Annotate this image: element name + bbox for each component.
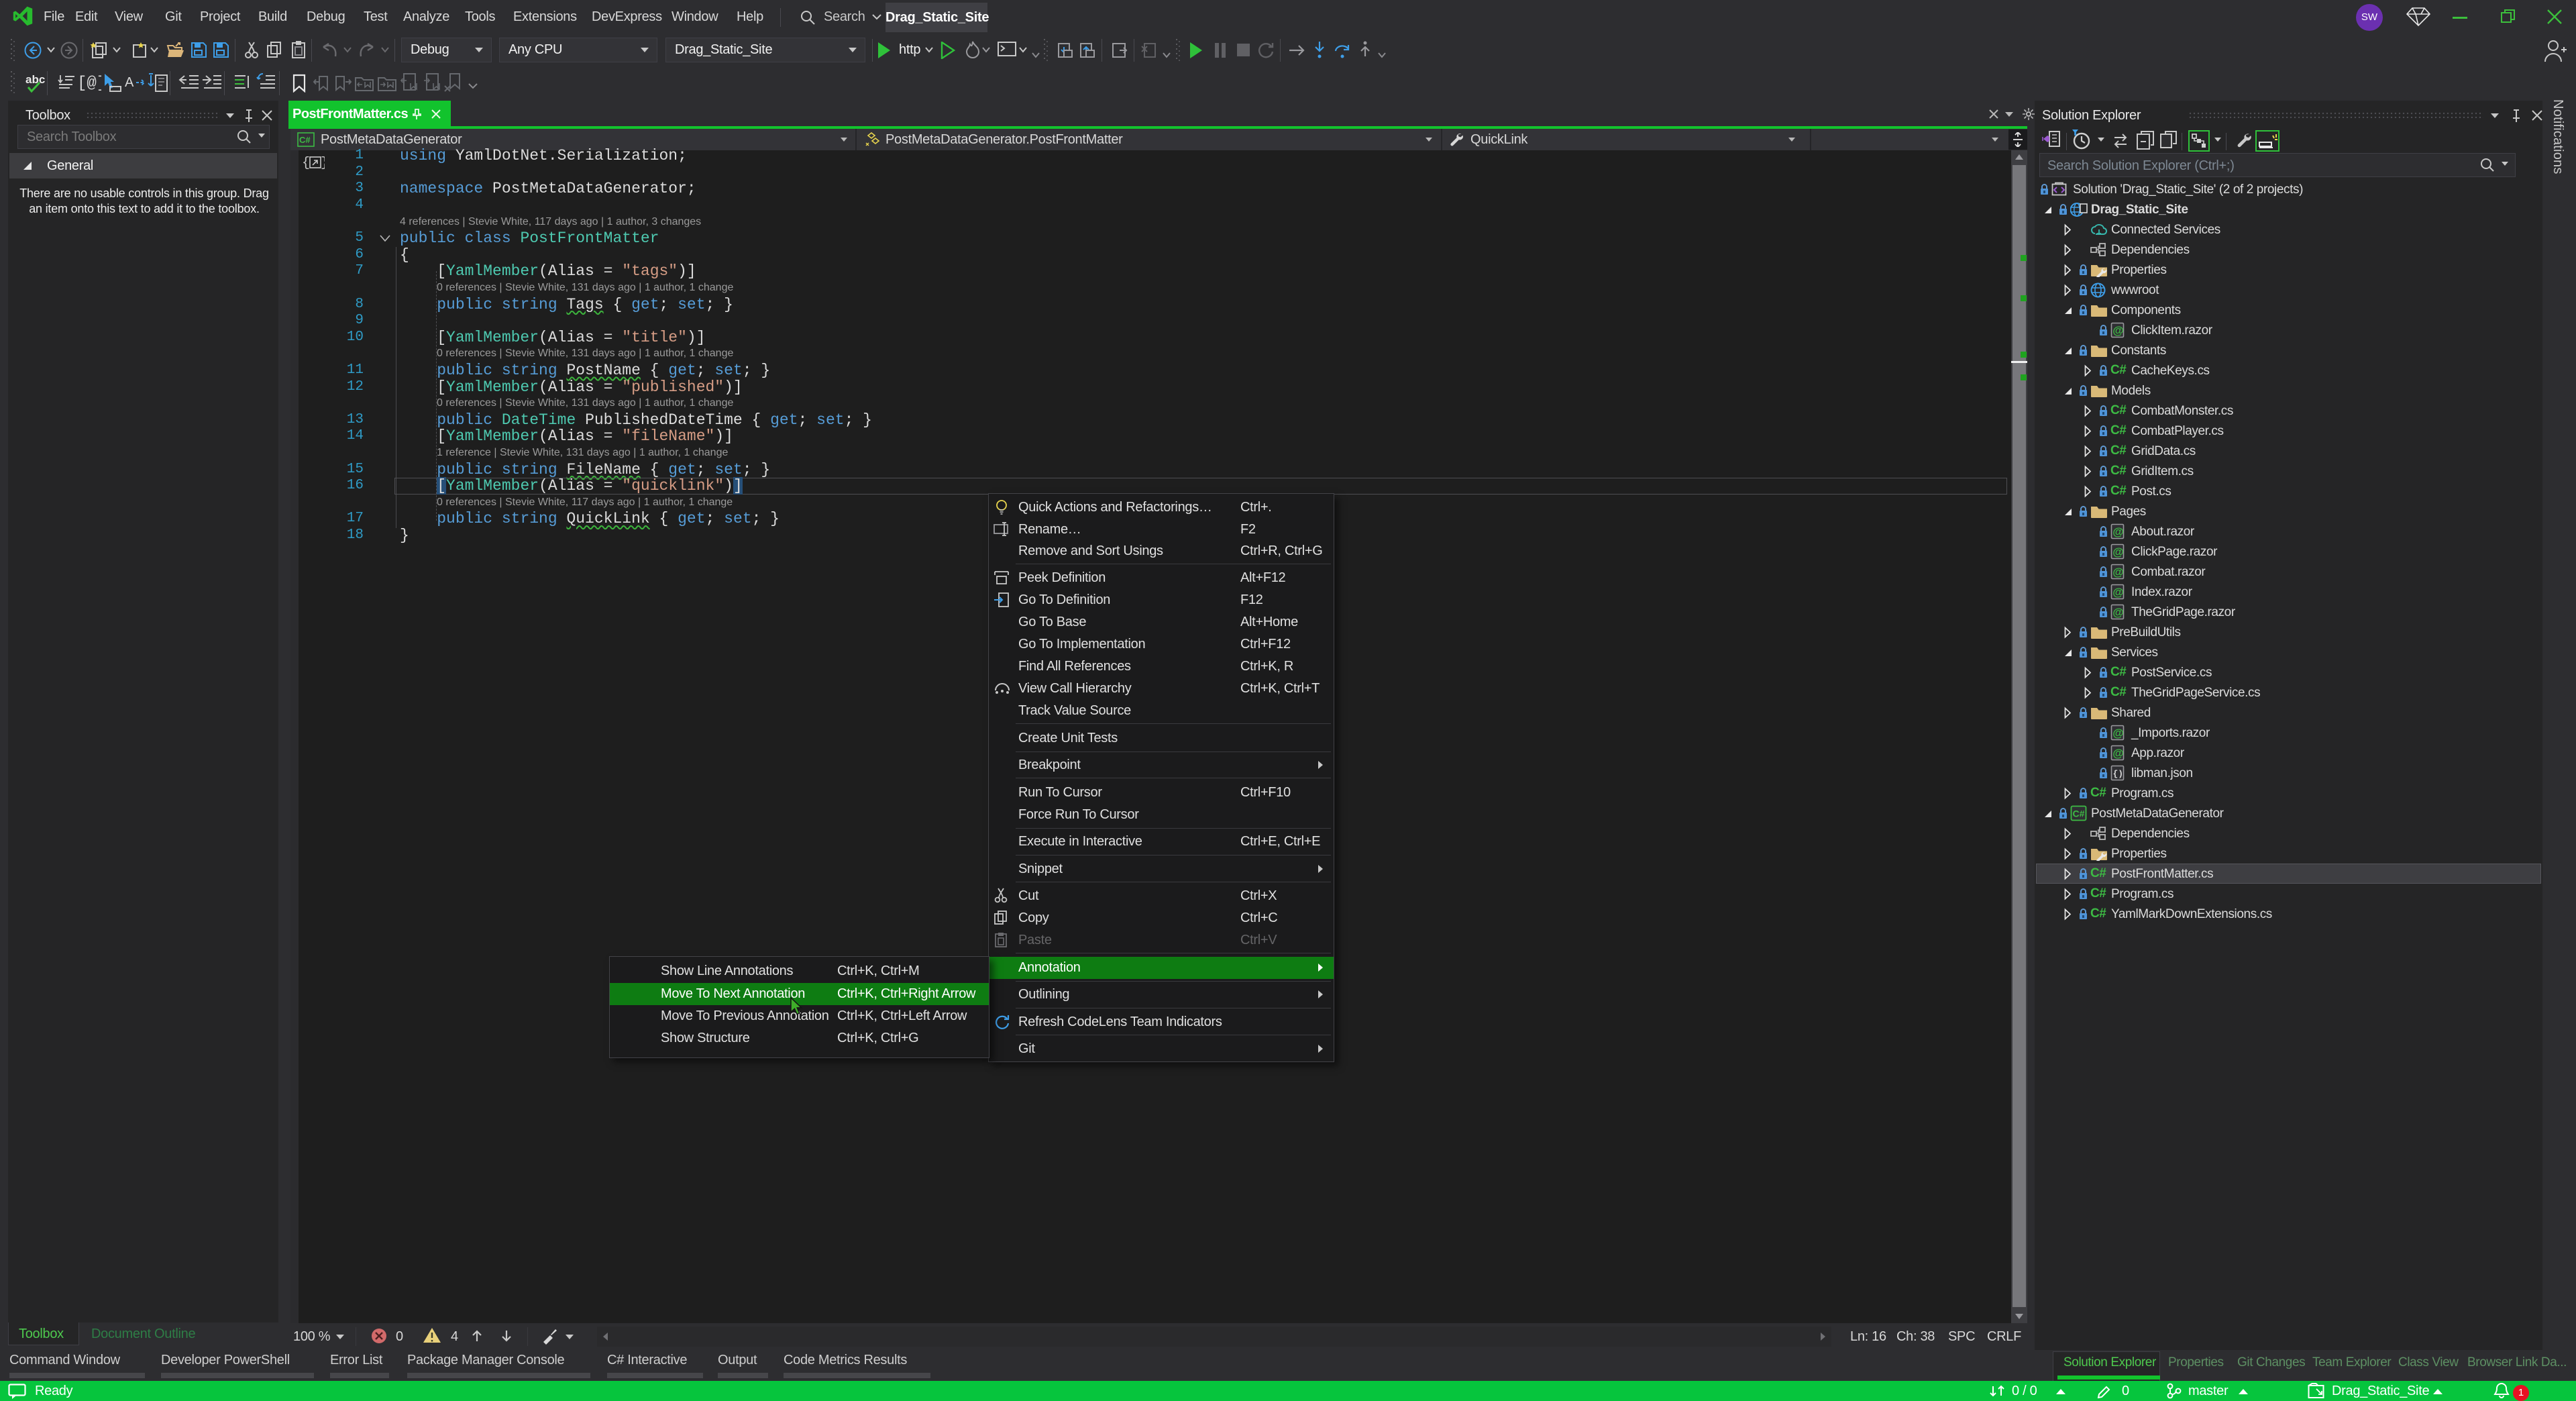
svg-text:@: @	[2112, 606, 2124, 619]
svg-text:abc: abc	[25, 73, 45, 86]
svg-text:C#: C#	[299, 135, 311, 145]
svg-text:{: {	[302, 156, 310, 170]
svg-text:C#: C#	[2073, 809, 2085, 819]
svg-text:@: @	[2112, 586, 2124, 599]
svg-text:@: @	[2112, 727, 2124, 739]
svg-text:@: @	[2112, 566, 2124, 578]
svg-text:{): {)	[2113, 769, 2124, 779]
svg-text:@: @	[2112, 324, 2124, 337]
svg-text:@: @	[2112, 747, 2124, 760]
svg-text:@: @	[2112, 525, 2124, 538]
svg-text:A: A	[125, 75, 134, 90]
svg-text:[@]: [@]	[77, 74, 101, 91]
svg-text:@: @	[2112, 546, 2124, 558]
